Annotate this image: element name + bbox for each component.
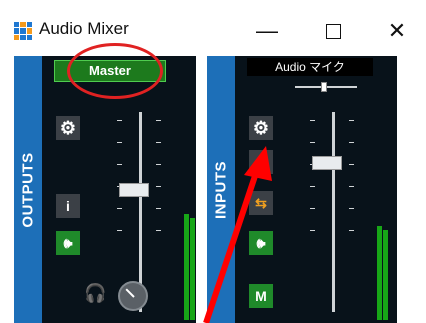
fader-tick	[156, 142, 161, 143]
input-vu-meter-right	[383, 230, 388, 320]
fader-tick	[117, 230, 122, 231]
master-fader-knob[interactable]	[119, 183, 149, 197]
dial-needle	[125, 288, 135, 298]
fader-tick	[156, 186, 161, 187]
outputs-label: OUTPUTS	[19, 151, 37, 228]
input-vu-meter-left	[377, 226, 382, 320]
input-pan-knob[interactable]	[321, 82, 327, 92]
annotation-circle	[67, 43, 163, 99]
gear-icon: ⚙	[59, 117, 77, 138]
input-fader-knob[interactable]	[312, 156, 342, 170]
fader-tick	[156, 120, 161, 121]
master-vu-meter-right	[190, 218, 195, 320]
input-speaker-button[interactable]: 🕪	[249, 231, 273, 255]
fader-tick	[349, 230, 354, 231]
fader-tick	[310, 208, 315, 209]
title-bar: Audio Mixer — ✕	[0, 0, 426, 52]
speaker-icon: 🕪	[63, 234, 73, 251]
solo-button[interactable]: S	[249, 150, 273, 174]
fader-tick	[117, 142, 122, 143]
fader-tick	[349, 164, 354, 165]
fader-tick	[349, 120, 354, 121]
inputs-label: INPUTS	[212, 160, 230, 219]
inputs-strip: INPUTS	[207, 56, 235, 323]
fader-tick	[156, 164, 161, 165]
input-settings-button[interactable]: ⚙	[249, 116, 273, 140]
headphone-volume-dial[interactable]	[118, 281, 148, 311]
master-vu-meter-left	[184, 214, 189, 320]
outputs-settings-button[interactable]: ⚙	[56, 116, 80, 140]
swap-arrows-icon: ⇆	[255, 194, 267, 211]
fader-tick	[349, 142, 354, 143]
close-button[interactable]: ✕	[377, 14, 417, 48]
fader-tick	[156, 230, 161, 231]
speaker-icon: 🕪	[256, 234, 266, 251]
mute-button[interactable]: M	[249, 284, 273, 308]
fader-tick	[349, 186, 354, 187]
window-title: Audio Mixer	[39, 19, 129, 38]
minimize-button[interactable]: —	[247, 14, 287, 48]
inputs-panel: INPUTS Audio マイク ⚙ S ⇆ 🕪 M	[207, 56, 397, 323]
input-channel-name[interactable]: Audio マイク	[247, 58, 373, 76]
fader-tick	[310, 186, 315, 187]
outputs-strip: OUTPUTS	[14, 56, 42, 323]
fader-tick	[310, 120, 315, 121]
route-button[interactable]: ⇆	[249, 191, 273, 215]
input-fader-track[interactable]	[332, 112, 335, 312]
fader-tick	[117, 208, 122, 209]
fader-tick	[117, 164, 122, 165]
audio-mixer-app-icon	[14, 22, 32, 40]
fader-tick	[349, 208, 354, 209]
headphones-icon[interactable]: 🎧	[84, 283, 106, 304]
fader-tick	[117, 120, 122, 121]
maximize-button[interactable]	[313, 14, 353, 48]
outputs-speaker-button[interactable]: 🕪	[56, 231, 80, 255]
fader-tick	[310, 230, 315, 231]
maximize-icon	[325, 23, 341, 39]
gear-icon: ⚙	[252, 117, 270, 138]
fader-tick	[156, 208, 161, 209]
fader-tick	[310, 142, 315, 143]
info-button[interactable]: i	[56, 194, 80, 218]
